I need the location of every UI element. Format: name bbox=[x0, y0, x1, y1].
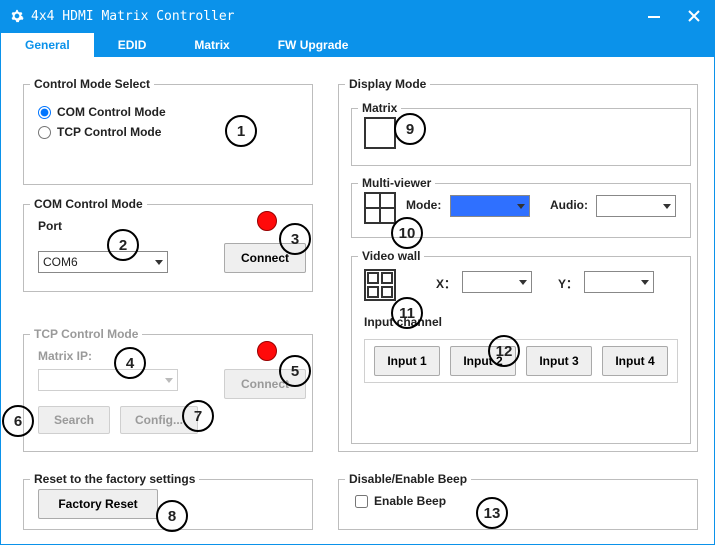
legend-multiviewer: Multi-viewer bbox=[358, 176, 435, 190]
group-beep: Disable/Enable Beep Enable Beep bbox=[338, 472, 698, 530]
mv-mode-label: Mode: bbox=[406, 198, 441, 212]
legend-videowall: Video wall bbox=[358, 249, 424, 263]
legend-matrix: Matrix bbox=[358, 101, 401, 115]
input-channel-box: Input 1 Input 2 Input 3 Input 4 bbox=[364, 339, 678, 383]
com-status-indicator bbox=[257, 211, 277, 231]
port-select[interactable]: COM6 bbox=[38, 251, 168, 273]
radio-tcp-mode[interactable]: TCP Control Mode bbox=[38, 125, 298, 139]
tab-general[interactable]: General bbox=[1, 33, 94, 57]
legend-reset: Reset to the factory settings bbox=[30, 472, 199, 486]
enable-beep-checkbox[interactable]: Enable Beep bbox=[353, 494, 683, 508]
body: Control Mode Select COM Control Mode TCP… bbox=[1, 57, 714, 544]
legend-tcp-mode: TCP Control Mode bbox=[30, 327, 142, 341]
chevron-down-icon bbox=[663, 204, 671, 209]
radio-tcp-label: TCP Control Mode bbox=[57, 125, 161, 139]
matrix-ip-select[interactable] bbox=[38, 369, 178, 391]
legend-com-mode: COM Control Mode bbox=[30, 197, 147, 211]
group-display-mode: Display Mode Matrix Multi-viewer Mode: bbox=[338, 77, 698, 452]
enable-beep-label: Enable Beep bbox=[374, 494, 446, 508]
mv-audio-select[interactable] bbox=[596, 195, 676, 217]
tab-strip: General EDID Matrix FW Upgrade bbox=[1, 31, 714, 57]
close-button[interactable] bbox=[674, 1, 714, 31]
gear-icon bbox=[9, 8, 25, 24]
group-matrix: Matrix bbox=[351, 101, 691, 166]
chevron-down-icon bbox=[155, 260, 163, 265]
tab-matrix[interactable]: Matrix bbox=[170, 33, 253, 57]
tcp-connect-button[interactable]: Connect bbox=[224, 369, 306, 399]
window-title: 4x4 HDMI Matrix Controller bbox=[31, 9, 235, 24]
radio-com-label: COM Control Mode bbox=[57, 105, 166, 119]
app-window: 4x4 HDMI Matrix Controller General EDID … bbox=[0, 0, 715, 545]
legend-beep: Disable/Enable Beep bbox=[345, 472, 471, 486]
port-label: Port bbox=[38, 219, 62, 233]
minimize-button[interactable] bbox=[634, 1, 674, 31]
matrix-ip-label: Matrix IP: bbox=[38, 349, 92, 363]
vw-y-label: Y： bbox=[558, 275, 578, 292]
search-button[interactable]: Search bbox=[38, 406, 110, 434]
vw-y-select[interactable] bbox=[584, 271, 654, 293]
legend-display-mode: Display Mode bbox=[345, 77, 430, 91]
matrix-icon[interactable] bbox=[364, 117, 396, 149]
group-com-mode: COM Control Mode Port COM6 Connect bbox=[23, 197, 313, 292]
videowall-icon[interactable] bbox=[364, 269, 396, 301]
group-reset: Reset to the factory settings Factory Re… bbox=[23, 472, 313, 530]
chevron-down-icon bbox=[165, 378, 173, 383]
tab-fw[interactable]: FW Upgrade bbox=[254, 33, 373, 57]
config-button[interactable]: Config... bbox=[120, 406, 198, 434]
radio-com-mode[interactable]: COM Control Mode bbox=[38, 105, 298, 119]
input-channel-label: Input channel bbox=[364, 315, 442, 329]
factory-reset-button[interactable]: Factory Reset bbox=[38, 489, 158, 519]
port-value: COM6 bbox=[43, 255, 78, 269]
tcp-status-indicator bbox=[257, 341, 277, 361]
group-videowall: Video wall X： Y： Input channel I bbox=[351, 249, 691, 444]
vw-x-select[interactable] bbox=[462, 271, 532, 293]
multiviewer-icon[interactable] bbox=[364, 192, 396, 224]
group-tcp-mode: TCP Control Mode Matrix IP: Connect Sear… bbox=[23, 327, 313, 452]
chevron-down-icon bbox=[517, 204, 525, 209]
vw-x-label: X： bbox=[436, 275, 456, 292]
mv-audio-label: Audio: bbox=[550, 198, 588, 212]
com-connect-button[interactable]: Connect bbox=[224, 243, 306, 273]
group-multiviewer: Multi-viewer Mode: Audio: bbox=[351, 176, 691, 238]
chevron-down-icon bbox=[641, 280, 649, 285]
input-1-button[interactable]: Input 1 bbox=[374, 346, 440, 376]
title-bar: 4x4 HDMI Matrix Controller bbox=[1, 1, 714, 31]
legend-control-mode: Control Mode Select bbox=[30, 77, 154, 91]
tab-edid[interactable]: EDID bbox=[94, 33, 171, 57]
input-4-button[interactable]: Input 4 bbox=[602, 346, 668, 376]
group-control-mode-select: Control Mode Select COM Control Mode TCP… bbox=[23, 77, 313, 185]
mv-mode-select[interactable] bbox=[450, 195, 530, 217]
input-2-button[interactable]: Input 2 bbox=[450, 346, 516, 376]
chevron-down-icon bbox=[519, 280, 527, 285]
input-3-button[interactable]: Input 3 bbox=[526, 346, 592, 376]
window-buttons bbox=[634, 1, 714, 31]
